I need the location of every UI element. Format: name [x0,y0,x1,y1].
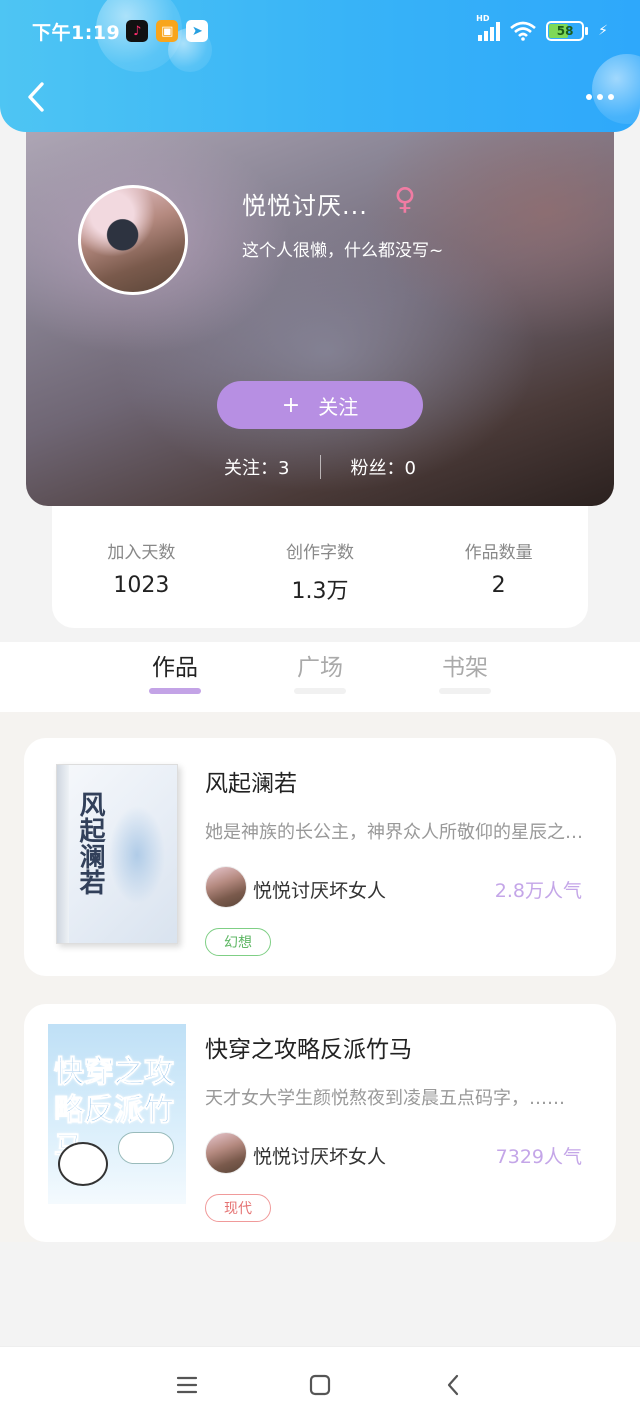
user-name: 悦悦讨厌... [242,192,368,220]
summary-value: 1.3万 [291,579,349,604]
summary-join-days: 加入天数 1023 [52,538,231,628]
home-square-icon [309,1374,331,1395]
genre-tag[interactable]: 幻想 [205,928,271,956]
telegram-icon: ➤ [186,20,209,42]
menu-button[interactable] [157,1355,217,1415]
tab-indicator [294,688,346,694]
status-bar: 下午1:19 ♪ ▣ ➤ HD 58 ⚡ [0,0,640,62]
summary-label: 加入天数 [107,543,176,563]
book-description: 天才女大学生颜悦熬夜到凌晨五点码字，…… [205,1088,565,1109]
network-label: HD [476,14,490,23]
more-button[interactable] [578,72,622,122]
panda-illustration [58,1142,108,1186]
status-time: 下午1:19 [32,21,121,44]
female-gender-icon: ♀ [394,182,416,217]
top-header: 下午1:19 ♪ ▣ ➤ HD 58 ⚡ [0,0,640,132]
message-icon: ▣ [156,20,179,42]
following-count[interactable]: 关注：3 [224,454,289,480]
cell-signal-icon: HD [476,14,501,41]
summary-works-count: 作品数量 2 [409,538,588,628]
tab-bar: 作品 广场 书架 [0,642,640,712]
chevron-left-icon [28,82,44,112]
user-bio: 这个人很懒，什么都没写~ [242,241,444,261]
more-dots-icon [586,94,592,100]
summary-value: 1023 [113,573,170,598]
cloud-illustration [118,1132,174,1164]
followers-count[interactable]: 粉丝：0 [351,454,416,480]
profile-hero: 悦悦讨厌... ♀ 这个人很懒，什么都没写~ + 关注 关注：3 粉丝：0 [26,92,614,506]
home-button[interactable] [290,1355,350,1415]
book-cover[interactable]: 风起澜若 [56,764,178,944]
system-nav-bar [0,1346,640,1422]
menu-lines-icon [176,1376,197,1393]
book-title[interactable]: 快穿之攻略反派竹马 [205,1030,412,1064]
summary-word-count: 创作字数 1.3万 [231,538,410,628]
battery-icon: 58 [546,21,589,41]
author-name: 悦悦讨厌坏女人 [253,1146,387,1168]
author-avatar [205,866,247,908]
summary-value: 2 [491,573,506,598]
cover-title: 风起澜若 [75,791,105,895]
tab-square[interactable]: 广场 [280,648,360,682]
book-title[interactable]: 风起澜若 [205,764,297,798]
author-avatar [205,1132,247,1174]
book-card[interactable]: 风起澜若 风起澜若 她是神族的长公主，神界众人所敬仰的星辰之主，奈何一朝陨落……… [24,738,616,976]
back-button[interactable] [16,72,56,122]
nav-row [0,72,640,122]
book-card[interactable]: 快穿之攻略反派竹马 快穿之攻略反派竹马 天才女大学生颜悦熬夜到凌晨五点码字，……… [24,1004,616,1242]
summary-label: 作品数量 [464,543,533,563]
charging-icon: ⚡ [598,23,608,39]
follow-label: 关注 [318,394,359,419]
follow-stats: 关注：3 粉丝：0 [26,454,614,480]
battery-level: 58 [556,24,574,38]
follow-button[interactable]: + 关注 [217,381,423,429]
summary-label: 创作字数 [286,543,354,563]
tab-indicator [439,688,491,694]
divider [319,455,321,479]
back-triangle-icon [448,1374,459,1395]
plus-icon: + [281,392,301,418]
system-back-button[interactable] [423,1355,483,1415]
genre-tag[interactable]: 现代 [205,1194,271,1222]
tab-indicator [149,688,201,694]
popularity: 2.8万人气 [494,880,582,902]
popularity: 7329人气 [495,1146,582,1168]
tab-bookshelf[interactable]: 书架 [425,648,505,682]
wifi-icon [510,21,536,41]
avatar[interactable] [78,185,188,295]
notification-icons: ♪ ▣ ➤ [126,20,209,42]
tiktok-icon: ♪ [126,20,149,42]
author-name: 悦悦讨厌坏女人 [253,880,387,902]
book-description: 她是神族的长公主，神界众人所敬仰的星辰之主，奈何一朝陨落…… [205,822,597,843]
tab-works[interactable]: 作品 [135,648,215,682]
book-cover[interactable]: 快穿之攻略反派竹马 [48,1024,186,1204]
